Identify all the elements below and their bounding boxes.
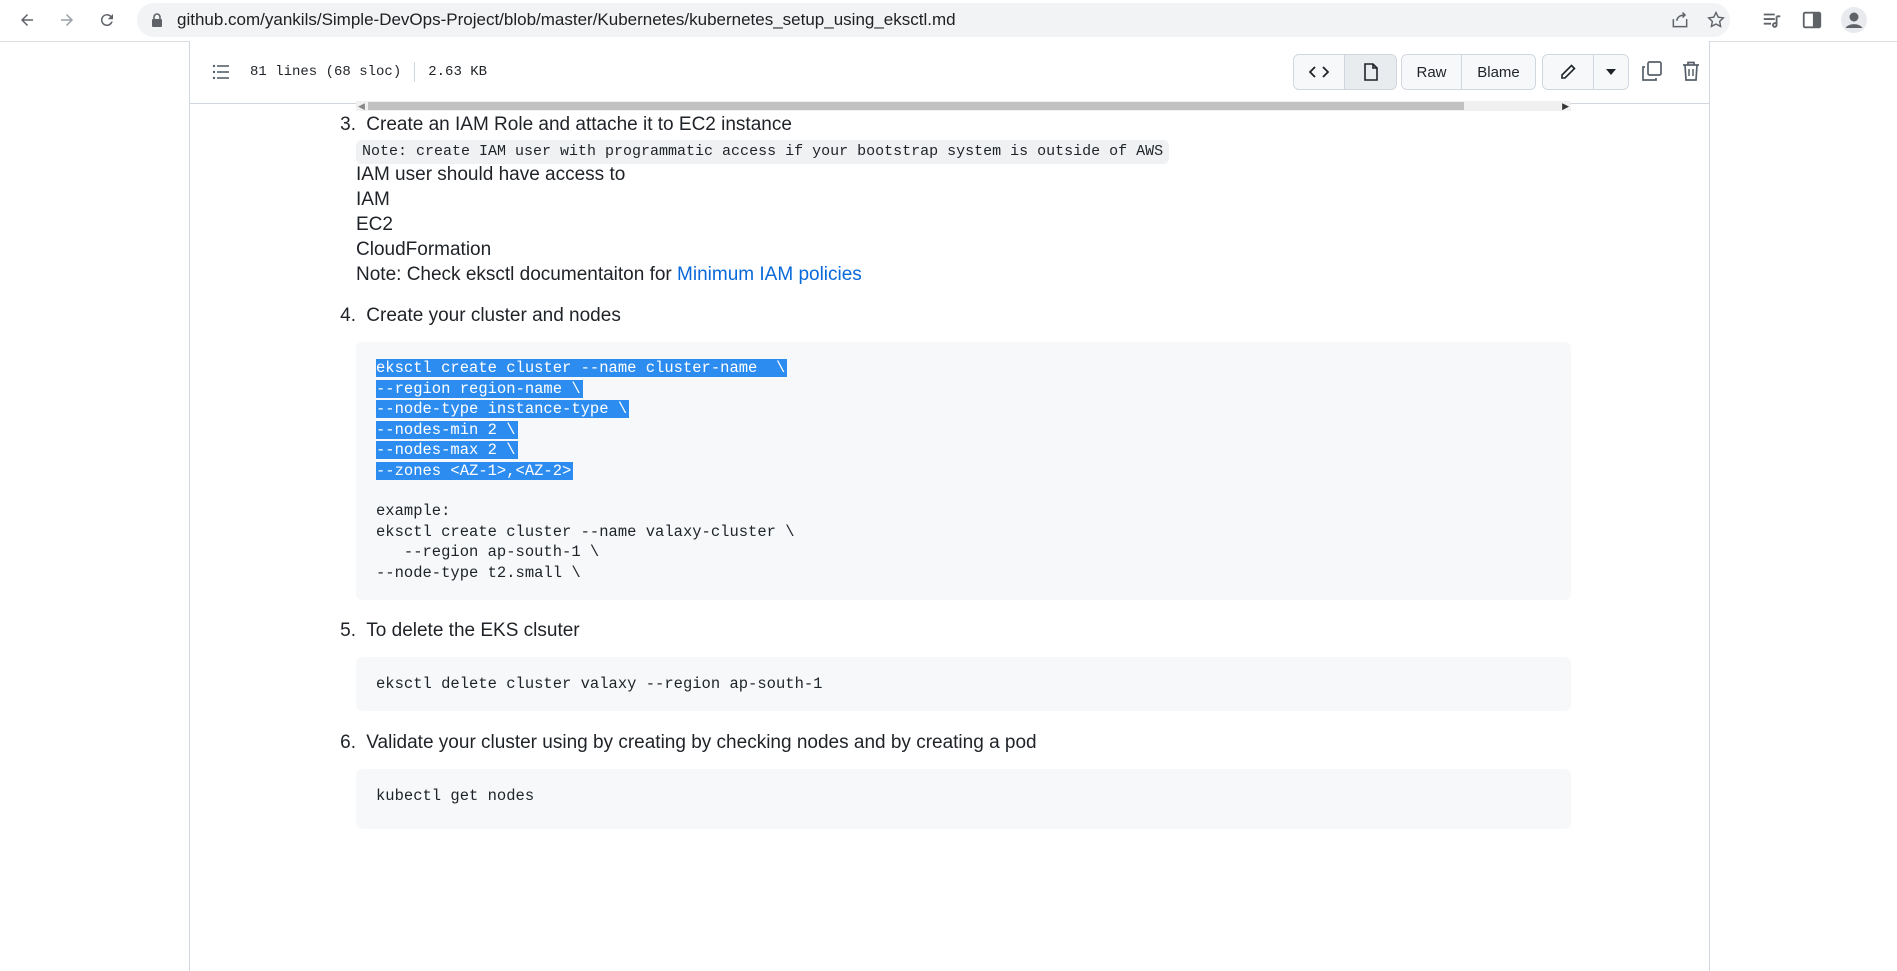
list-number: 3. (340, 114, 356, 135)
code-line: --node-type instance-type \ (376, 399, 630, 419)
code-line: eksctl delete cluster valaxy --region ap… (376, 675, 823, 693)
browser-toolbar: github.com/yankils/Simple-DevOps-Project… (0, 0, 1897, 42)
list-item-step-4: 4. Create your cluster and nodes (336, 305, 621, 327)
step-title: Create your cluster and nodes (366, 305, 621, 326)
line-count: 81 lines (68 sloc) (250, 64, 402, 80)
selected-text: --region region-name \ (376, 380, 583, 398)
file-header: 81 lines (68 sloc) 2.63 KB Raw Blame (190, 41, 1709, 104)
code-line: --region region-name \ (376, 379, 583, 399)
code-line: --nodes-min 2 \ (376, 420, 518, 440)
trash-icon[interactable] (1680, 60, 1702, 82)
inline-code-note: Note: create IAM user with programmatic … (356, 140, 1170, 164)
selected-text: --node-type instance-type \ (376, 400, 630, 418)
text-line: CloudFormation (356, 239, 492, 260)
edit-button[interactable] (1543, 55, 1593, 89)
list-number: 5. (340, 620, 356, 641)
blame-button[interactable]: Blame (1461, 55, 1535, 89)
code-line: --region ap-south-1 \ (376, 543, 600, 561)
code-line: eksctl create cluster --name cluster-nam… (376, 358, 788, 378)
url-text: github.com/yankils/Simple-DevOps-Project… (177, 10, 956, 29)
code-line: --nodes-max 2 \ (376, 440, 518, 460)
raw-blame-group: Raw Blame (1401, 54, 1536, 90)
code-line: eksctl create cluster --name valaxy-clus… (376, 523, 795, 541)
back-button[interactable] (13, 6, 41, 34)
code-line: kubectl get nodes (376, 787, 535, 805)
edit-group (1542, 54, 1629, 90)
edit-dropdown-button[interactable] (1593, 55, 1628, 89)
divider (414, 62, 416, 82)
lock-icon (152, 13, 162, 27)
note-prefix: Note: Check eksctl documentaiton for (356, 264, 678, 285)
step-title: Create an IAM Role and attache it to EC2… (366, 114, 792, 135)
forward-button[interactable] (53, 6, 81, 34)
scrollbar-thumb[interactable] (368, 102, 1464, 110)
step-title: Validate your cluster using by creating … (366, 732, 1037, 753)
list-item-step-6: 6. Validate your cluster using by creati… (336, 732, 1037, 754)
code-icon (1309, 66, 1329, 78)
text-line: IAM user should have access to (356, 164, 626, 185)
step-title: To delete the EKS clsuter (366, 620, 580, 641)
list-item-step-5: 5. To delete the EKS clsuter (336, 620, 580, 642)
selected-text: --nodes-max 2 \ (376, 441, 518, 459)
file-icon (1363, 63, 1378, 81)
pencil-icon (1561, 64, 1576, 79)
selected-text: --zones <AZ-1>,<AZ-2> (376, 462, 574, 480)
text-line: EC2 (356, 214, 393, 235)
code-block-create-cluster: eksctl create cluster --name cluster-nam… (356, 342, 1571, 600)
code-block-get-nodes: kubectl get nodes (356, 769, 1571, 829)
scroll-right-arrow-icon[interactable]: ▶ (1562, 101, 1569, 112)
address-bar[interactable]: github.com/yankils/Simple-DevOps-Project… (137, 3, 1730, 37)
code-line: example: (376, 502, 451, 520)
list-item-step-3: 3. Create an IAM Role and attache it to … (336, 114, 792, 136)
star-icon[interactable] (1706, 10, 1726, 30)
code-line: --zones <AZ-1>,<AZ-2> (376, 461, 574, 481)
preview-button[interactable] (1344, 55, 1396, 89)
raw-button[interactable]: Raw (1402, 55, 1461, 89)
minimum-iam-policies-link[interactable]: Minimum IAM policies (677, 264, 862, 285)
arrow-left-icon (21, 14, 33, 26)
outline-list-icon[interactable] (212, 63, 230, 81)
share-icon[interactable] (1670, 10, 1690, 30)
list-number: 6. (340, 732, 356, 753)
selected-text: eksctl create cluster --name cluster-nam… (376, 359, 788, 377)
chevron-down-icon (1606, 69, 1616, 75)
note-line: Note: Check eksctl documentaiton for Min… (356, 264, 862, 286)
reading-list-icon[interactable] (1761, 9, 1783, 31)
copy-icon[interactable] (1641, 60, 1663, 82)
arrow-right-icon (61, 14, 73, 26)
code-line: --node-type t2.small \ (376, 564, 581, 582)
profile-avatar-icon[interactable] (1841, 7, 1867, 33)
reload-icon (100, 14, 113, 27)
file-info: 81 lines (68 sloc) 2.63 KB (250, 41, 487, 103)
reload-button[interactable] (93, 6, 121, 34)
selected-text: --nodes-min 2 \ (376, 421, 518, 439)
code-block-delete-cluster: eksctl delete cluster valaxy --region ap… (356, 657, 1571, 711)
code-view-button[interactable] (1294, 55, 1344, 89)
view-toggle (1293, 54, 1397, 90)
file-size: 2.63 KB (428, 64, 488, 80)
text-line: IAM (356, 189, 390, 210)
file-view: 81 lines (68 sloc) 2.63 KB Raw Blame ◀ ▶… (189, 41, 1710, 971)
horizontal-scrollbar[interactable]: ◀ ▶ (356, 101, 1571, 111)
scroll-left-arrow-icon[interactable]: ◀ (358, 101, 365, 112)
side-panel-icon[interactable] (1801, 9, 1823, 31)
list-number: 4. (340, 305, 356, 326)
